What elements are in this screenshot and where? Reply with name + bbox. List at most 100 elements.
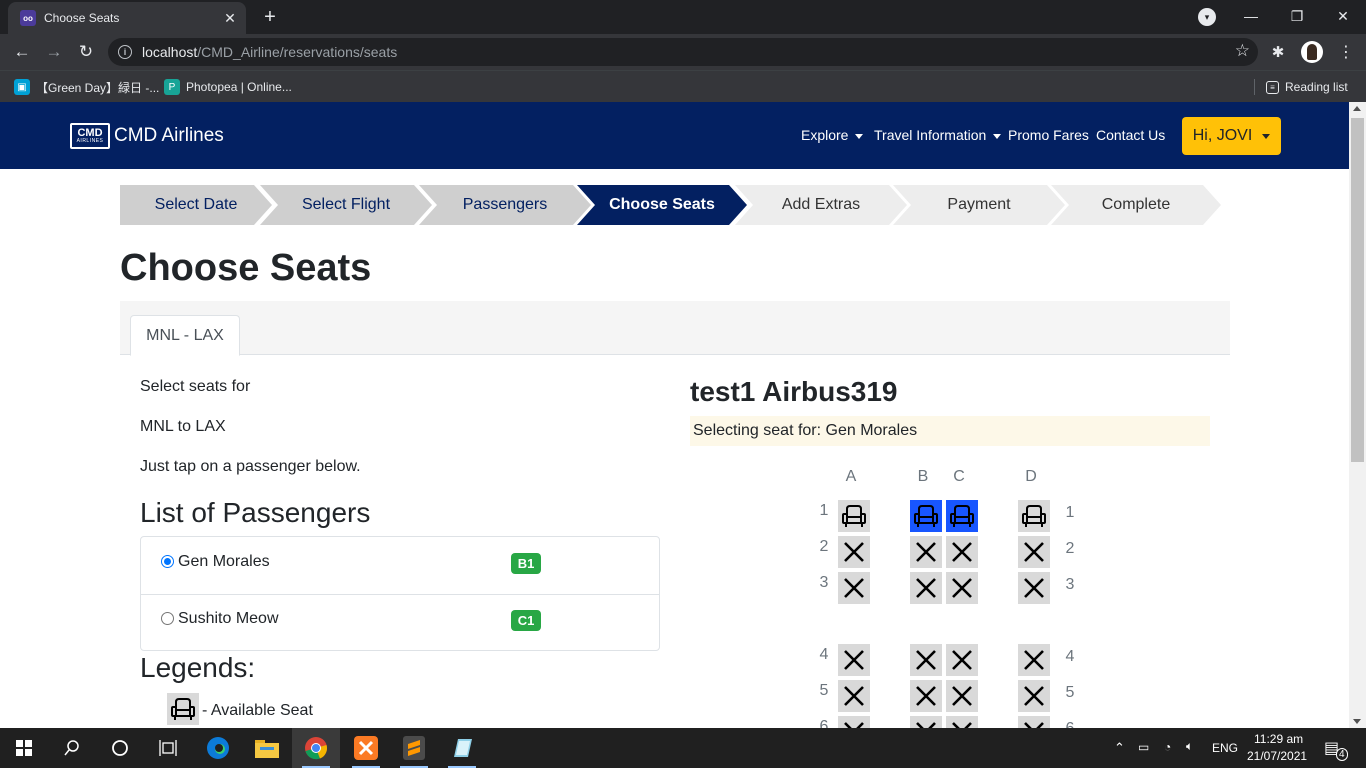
browser-menu-icon[interactable]: ⋮ [1336,40,1356,64]
passenger-radio[interactable] [161,555,174,568]
bookmark-star-icon[interactable]: ☆ [1235,41,1250,61]
seat-3b [910,572,942,604]
seat-1d[interactable] [1018,500,1050,532]
bookmarks-divider [1254,79,1255,95]
notepad-icon[interactable] [438,728,486,768]
seat-4d [1018,644,1050,676]
seat-6b [910,716,942,728]
back-button[interactable]: ← [8,38,36,66]
passenger-name: Sushito Meow [178,610,279,627]
battery-icon[interactable]: ▭ [1138,740,1149,754]
extensions-icon[interactable]: ✱ [1268,42,1288,62]
forward-button[interactable]: → [40,38,68,66]
bookmark-photopea[interactable]: P Photopea | Online... [164,77,292,97]
column-header-c: C [953,468,965,485]
unavailable-seat-icon [1024,542,1044,562]
search-icon[interactable] [48,728,96,768]
file-explorer-icon[interactable] [243,728,291,768]
tab-search-icon[interactable]: ▾ [1198,8,1216,26]
volume-icon[interactable]: 🔈︎ [1186,739,1193,754]
step-choose-seats[interactable]: Choose Seats [577,185,747,225]
list-item[interactable]: Sushito Meow C1 [141,594,659,651]
page-scrollbar[interactable] [1349,102,1366,728]
row-number-left: 2 [819,538,829,555]
step-passengers[interactable]: Passengers [419,185,591,225]
nav-travel-information[interactable]: Travel Information [874,127,1002,143]
bookmark-green-day[interactable]: ▣ 【Green Day】緑日 -... [14,77,159,97]
seat-1b[interactable] [910,500,942,532]
step-select-flight[interactable]: Select Flight [260,185,432,225]
unavailable-seat-icon [1024,650,1044,670]
xampp-icon[interactable] [342,728,390,768]
close-tab-icon[interactable]: ✕ [220,8,240,28]
step-complete: Complete [1051,185,1221,225]
clock-date[interactable]: 21/07/2021 [1247,749,1307,763]
site-favicon-icon: oo [20,10,36,26]
profile-avatar[interactable] [1301,41,1323,63]
seat-3d [1018,572,1050,604]
list-item[interactable]: Gen Morales B1 [141,537,659,594]
unavailable-seat-icon [1024,686,1044,706]
seat-icon [842,505,866,527]
reading-list-label: Reading list [1285,80,1348,94]
route-tabs: MNL - LAX [120,301,1230,356]
url-text: localhost/CMD_Airline/reservations/seats [142,44,398,60]
start-icon[interactable] [0,728,48,768]
reload-button[interactable]: ↻ [72,38,100,66]
reading-list-button[interactable]: ≡ Reading list [1266,77,1348,97]
scroll-thumb[interactable] [1351,118,1364,462]
reading-list-icon: ≡ [1266,80,1279,94]
seat-1c[interactable] [946,500,978,532]
sublime-text-icon[interactable] [390,728,438,768]
wifi-icon[interactable]: ◔ [1164,740,1171,754]
nav-contact-us[interactable]: Contact Us [1096,127,1165,143]
tray-chevron-icon[interactable]: ⌃ [1114,740,1125,756]
unavailable-seat-icon [952,542,972,562]
minimize-button[interactable]: — [1228,0,1274,32]
browser-tab[interactable]: oo Choose Seats ✕ [8,2,246,34]
scroll-up-icon[interactable] [1353,106,1361,111]
legends-heading: Legends: [140,652,256,683]
passenger-radio[interactable] [161,612,174,625]
address-bar[interactable]: i localhost/CMD_Airline/reservations/sea… [108,38,1258,66]
chrome-icon[interactable] [292,728,340,768]
seat-3c [946,572,978,604]
brand-logo[interactable]: CMD AIRLINES CMD Airlines [70,123,224,149]
task-view-icon[interactable] [144,728,192,768]
new-tab-button[interactable]: + [258,6,282,28]
cortana-icon[interactable] [96,728,144,768]
language-indicator[interactable]: ENG [1212,741,1238,755]
unavailable-seat-icon [916,578,936,598]
row-number-left: 5 [819,682,829,699]
seat-4b [910,644,942,676]
selecting-for-banner: Selecting seat for: Gen Morales [690,416,1210,446]
step-select-date[interactable]: Select Date [120,185,272,225]
notifications-count: 4 [1336,748,1348,761]
nav-explore[interactable]: Explore [801,127,864,143]
unavailable-seat-icon [952,650,972,670]
photopea-icon: P [164,79,180,95]
seat-icon [950,505,974,527]
seat-2a [838,536,870,568]
row-number-right: 4 [1065,648,1075,665]
row-number-right: 1 [1065,504,1075,521]
close-window-button[interactable]: ✕ [1320,0,1366,32]
seat-6d [1018,716,1050,728]
unavailable-seat-icon [844,686,864,706]
column-header-d: D [1025,468,1037,485]
tab-mnl-lax[interactable]: MNL - LAX [130,315,240,356]
site-info-icon[interactable]: i [118,45,132,59]
intro-instructions: Just tap on a passenger below. [140,458,361,475]
legend-available-label: - Available Seat [202,702,313,719]
column-header-a: A [845,468,857,485]
edge-icon[interactable] [194,728,242,768]
nav-promo-fares[interactable]: Promo Fares [1008,127,1089,143]
unavailable-seat-icon [916,686,936,706]
row-number-left: 6 [819,718,829,728]
user-menu-button[interactable]: Hi, JOVI [1182,117,1281,155]
row-number-left: 3 [819,574,829,591]
restore-button[interactable]: ❐ [1274,0,1320,32]
scroll-down-icon[interactable] [1353,719,1361,724]
clock-time[interactable]: 11:29 am [1254,732,1303,746]
seat-1a[interactable] [838,500,870,532]
